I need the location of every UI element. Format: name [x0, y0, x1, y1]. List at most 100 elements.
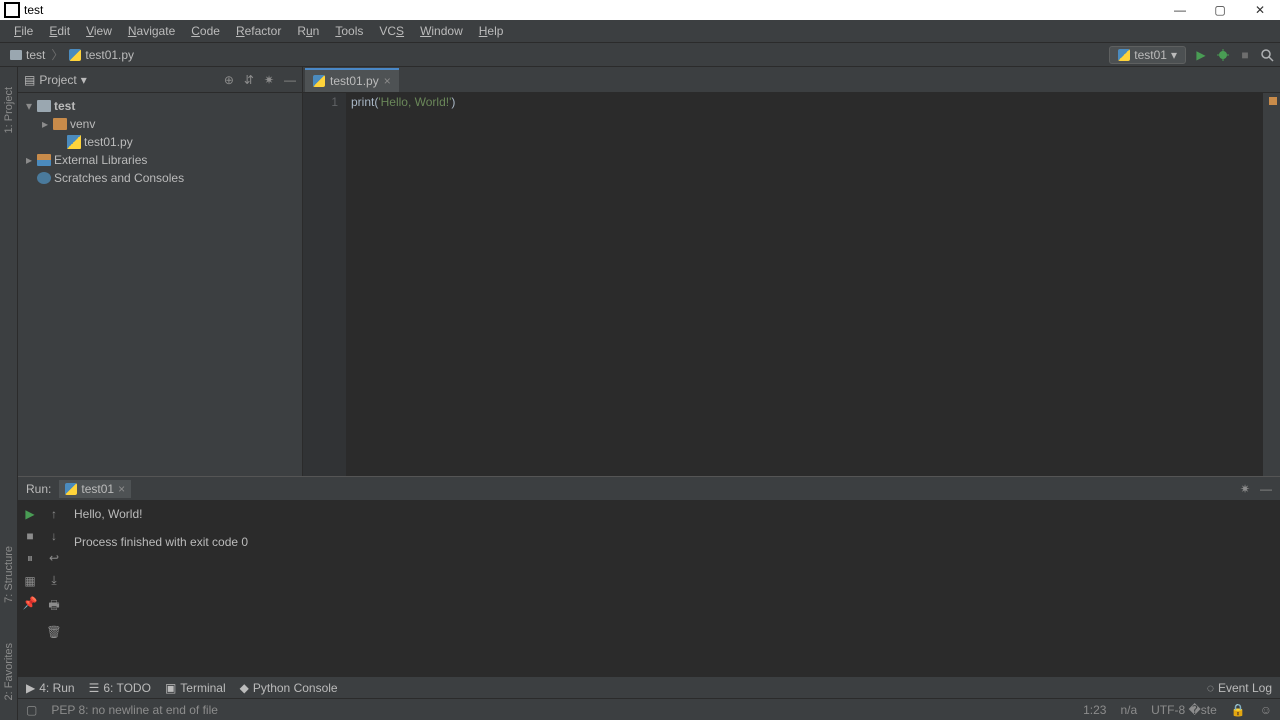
soft-wrap-icon[interactable]: ↩: [49, 551, 59, 565]
code-text[interactable]: print('Hello, World!'): [347, 93, 1262, 476]
favorites-tool-button[interactable]: 2: Favorites: [3, 643, 15, 700]
editor-tab-bar: test01.py ×: [303, 67, 1280, 93]
folder-icon: [37, 100, 51, 112]
project-panel-header: ▤ Project ▾ ⊕ ⇵ ✷ —: [18, 67, 302, 93]
minimize-button[interactable]: —: [1160, 0, 1200, 20]
run-hide-icon[interactable]: —: [1260, 482, 1272, 496]
breadcrumb-project[interactable]: test: [6, 48, 49, 62]
main-area: 1: Project 7: Structure 2: Favorites ▤ P…: [0, 67, 1280, 720]
run-console-output[interactable]: Hello, World! Process finished with exit…: [66, 501, 1280, 676]
file-encoding[interactable]: UTF-8 �ste: [1151, 703, 1217, 717]
locate-icon[interactable]: ⊕: [224, 73, 234, 87]
expand-toggle-icon[interactable]: ▾: [24, 99, 34, 113]
search-button[interactable]: [1260, 48, 1274, 62]
menu-refactor[interactable]: Refactor: [228, 22, 289, 40]
tree-file-test01[interactable]: test01.py: [18, 133, 302, 151]
menu-navigate[interactable]: Navigate: [120, 22, 183, 40]
app-icon: [4, 2, 20, 18]
bottom-tab-todo[interactable]: ☰6: TODO: [89, 681, 151, 695]
bottom-tab-terminal[interactable]: ▣Terminal: [165, 681, 226, 695]
breadcrumb-file[interactable]: test01.py: [65, 48, 138, 62]
menu-view[interactable]: View: [78, 22, 120, 40]
window-titlebar: test — ▢ ✕: [0, 0, 1280, 20]
menu-window[interactable]: Window: [412, 22, 471, 40]
stop-run-button[interactable]: ■: [26, 529, 33, 543]
pause-button[interactable]: ⏸: [27, 551, 33, 566]
insert-mode[interactable]: n/a: [1120, 703, 1137, 717]
breadcrumb-project-label: test: [26, 48, 45, 62]
down-stack-icon[interactable]: ↓: [51, 529, 57, 543]
bottom-tab-python-console[interactable]: ◆Python Console: [240, 681, 338, 695]
print-icon[interactable]: 🖶: [48, 596, 59, 617]
close-button[interactable]: ✕: [1240, 0, 1280, 20]
layout-button[interactable]: ▦: [24, 574, 35, 588]
project-tool-button[interactable]: 1: Project: [3, 87, 15, 133]
breadcrumb-file-label: test01.py: [85, 48, 134, 62]
readonly-icon[interactable]: 🔒: [1231, 703, 1246, 717]
tree-venv[interactable]: ▸ venv: [18, 115, 302, 133]
breadcrumb-separator: 〉: [51, 46, 63, 63]
stop-button[interactable]: ■: [1238, 48, 1252, 62]
run-tool-window: Run: test01 × ✷ — ▶ ■ ⏸ ▦: [18, 476, 1280, 676]
debug-button[interactable]: [1216, 48, 1230, 62]
editor-gutter: 1: [303, 93, 347, 476]
python-icon: ◆: [240, 681, 249, 695]
tree-file-label: test01.py: [84, 135, 133, 149]
run-button[interactable]: ▶: [1194, 48, 1208, 62]
editor-tab-test01[interactable]: test01.py ×: [305, 68, 399, 92]
project-tool-window: ▤ Project ▾ ⊕ ⇵ ✷ — ▾ test: [18, 67, 303, 476]
run-tab-label: test01: [81, 482, 114, 496]
expand-toggle-icon[interactable]: ▸: [24, 153, 34, 167]
folder-icon: [10, 50, 22, 60]
toggle-tools-icon[interactable]: ▢: [26, 703, 37, 717]
menu-code[interactable]: Code: [183, 22, 228, 40]
menu-run[interactable]: Run: [289, 22, 327, 40]
run-config-label: test01: [1134, 48, 1167, 62]
up-stack-icon[interactable]: ↑: [51, 507, 57, 521]
code-fn: print: [351, 95, 374, 109]
settings-icon[interactable]: ✷: [264, 73, 274, 87]
terminal-icon: ▣: [165, 681, 176, 695]
clear-icon[interactable]: 🗑: [46, 625, 61, 639]
project-tree: ▾ test ▸ venv test01.py: [18, 93, 302, 191]
run-tab[interactable]: test01 ×: [59, 480, 131, 498]
status-bar: ▢ PEP 8: no newline at end of file 1:23 …: [18, 698, 1280, 720]
inspections-icon[interactable]: ☺: [1260, 703, 1272, 717]
editor-area: test01.py × 1 print('Hello, World!'): [303, 67, 1280, 476]
hide-icon[interactable]: —: [284, 73, 296, 87]
run-config-selector[interactable]: test01 ▾: [1109, 46, 1186, 64]
upper-split: ▤ Project ▾ ⊕ ⇵ ✷ — ▾ test: [18, 67, 1280, 476]
python-file-icon: [313, 75, 325, 87]
menu-vcs[interactable]: VCS: [371, 22, 412, 40]
tree-root[interactable]: ▾ test: [18, 97, 302, 115]
tree-root-label: test: [54, 99, 75, 113]
tab-close-icon[interactable]: ×: [118, 482, 125, 496]
code-editor[interactable]: 1 print('Hello, World!'): [303, 93, 1280, 476]
project-panel-title: Project: [39, 73, 76, 87]
left-tool-gutter: 1: Project 7: Structure 2: Favorites: [0, 67, 18, 720]
menu-help[interactable]: Help: [471, 22, 512, 40]
rerun-button[interactable]: ▶: [25, 507, 34, 521]
tree-external-libs[interactable]: ▸ External Libraries: [18, 151, 302, 169]
expand-toggle-icon[interactable]: ▸: [40, 117, 50, 131]
list-icon: ☰: [89, 681, 100, 695]
run-settings-icon[interactable]: ✷: [1240, 482, 1250, 496]
expand-icon[interactable]: ⇵: [244, 73, 254, 87]
python-file-icon: [67, 135, 81, 149]
maximize-button[interactable]: ▢: [1200, 0, 1240, 20]
tab-close-icon[interactable]: ×: [384, 74, 391, 88]
project-view-dropdown-icon[interactable]: ▾: [81, 73, 87, 87]
menu-edit[interactable]: Edit: [41, 22, 78, 40]
tree-scratches[interactable]: Scratches and Consoles: [18, 169, 302, 187]
warning-marker-icon[interactable]: [1269, 97, 1277, 105]
scroll-end-icon[interactable]: ⤓: [51, 573, 56, 588]
bottom-tab-event-log[interactable]: ◌Event Log: [1207, 681, 1272, 695]
play-icon: ▶: [26, 681, 35, 695]
menu-tools[interactable]: Tools: [327, 22, 371, 40]
bottom-tab-run[interactable]: ▶4: Run: [26, 681, 75, 695]
pin-button[interactable]: 📌: [23, 596, 38, 610]
structure-tool-button[interactable]: 7: Structure: [3, 546, 15, 603]
menu-file[interactable]: File: [6, 22, 41, 40]
caret-position[interactable]: 1:23: [1083, 703, 1106, 717]
event-log-icon: ◌: [1207, 681, 1214, 695]
